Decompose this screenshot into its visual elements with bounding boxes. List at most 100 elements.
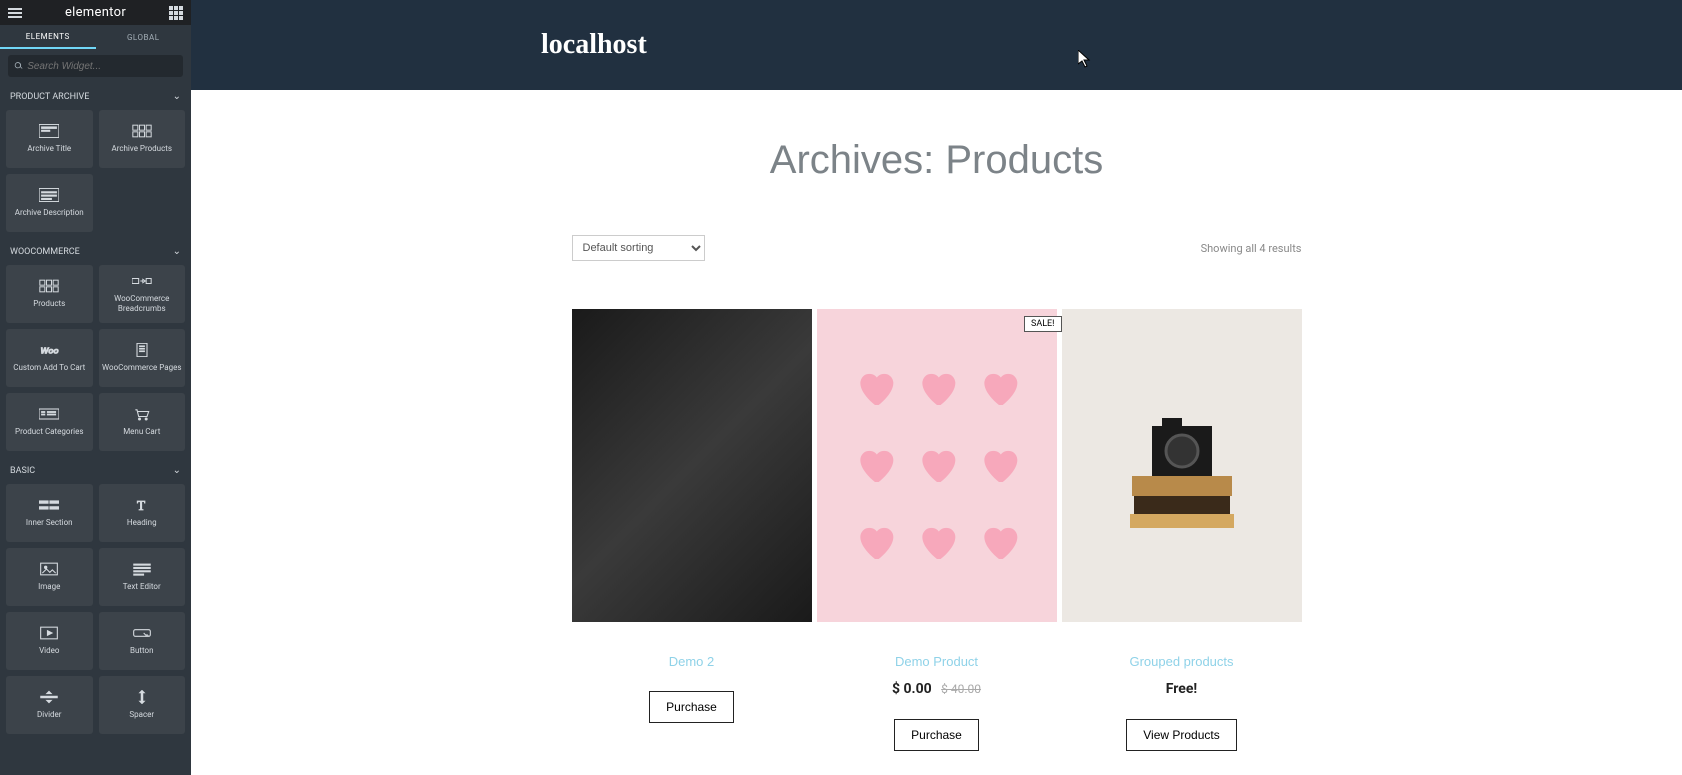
product-price: Free! [1166, 681, 1197, 697]
price-old: $ 40.00 [941, 682, 981, 696]
chevron-down-icon: ⌄ [173, 465, 181, 476]
heart-icon [915, 513, 959, 572]
product-card[interactable]: Grouped products Free! View Products [1062, 309, 1302, 751]
preview-area: localhost Archives: Products Default sor… [191, 0, 1682, 775]
heart-icon [853, 359, 897, 418]
sidebar-header: elementor [0, 0, 191, 25]
divider-icon [39, 690, 59, 704]
widget-label: Product Categories [13, 427, 85, 437]
widget-label: Products [31, 299, 67, 309]
heart-icon [853, 513, 897, 572]
category-product-archive[interactable]: PRODUCT ARCHIVE ⌄ [0, 83, 191, 110]
product-card[interactable]: Demo 2 Purchase [572, 309, 812, 751]
tab-elements[interactable]: ELEMENTS [0, 25, 96, 49]
widget-label: WooCommerce Breadcrumbs [99, 294, 186, 313]
widget-grid-product-archive: Archive Title Archive Products Archive D… [0, 110, 191, 238]
heart-icon [977, 436, 1021, 495]
product-price: $ 0.00 $ 40.00 [892, 681, 981, 697]
widget-button[interactable]: Button [99, 612, 186, 670]
widget-text-editor[interactable]: Text Editor [99, 548, 186, 606]
widget-archive-title[interactable]: Archive Title [6, 110, 93, 168]
archive-description-icon [39, 188, 59, 202]
result-count: Showing all 4 results [1201, 242, 1302, 255]
tab-global[interactable]: GLOBAL [96, 25, 192, 49]
search-wrap [0, 49, 191, 83]
purchase-button[interactable]: Purchase [894, 719, 979, 751]
widget-label: Button [128, 646, 156, 656]
search-icon [14, 61, 23, 71]
menu-icon[interactable] [8, 8, 22, 18]
product-image[interactable]: SALE! [817, 309, 1057, 622]
category-label: PRODUCT ARCHIVE [10, 92, 89, 102]
heart-icon [977, 513, 1021, 572]
heart-icon [853, 436, 897, 495]
widget-label: Spacer [127, 710, 156, 720]
widget-spacer[interactable]: Spacer [99, 676, 186, 734]
widget-label: Archive Title [25, 144, 73, 154]
widget-custom-add-to-cart[interactable]: Woo Custom Add To Cart [6, 329, 93, 387]
product-name[interactable]: Demo 2 [669, 654, 715, 669]
widget-archive-description[interactable]: Archive Description [6, 174, 93, 232]
category-label: WOOCOMMERCE [10, 247, 80, 257]
widget-wc-breadcrumbs[interactable]: WooCommerce Breadcrumbs [99, 265, 186, 323]
image-icon [39, 562, 59, 576]
widget-image[interactable]: Image [6, 548, 93, 606]
widget-label: WooCommerce Pages [100, 363, 183, 373]
product-image[interactable] [1062, 309, 1302, 622]
heading-icon: T [132, 498, 152, 512]
widget-label: Archive Description [13, 208, 86, 218]
widget-label: Image [36, 582, 62, 592]
add-to-cart-icon: Woo [39, 343, 59, 357]
brand-logo: elementor [65, 5, 126, 20]
widget-label: Custom Add To Cart [11, 363, 87, 373]
button-icon [132, 626, 152, 640]
widget-label: Inner Section [24, 518, 75, 528]
svg-text:Woo: Woo [41, 346, 59, 356]
widget-divider[interactable]: Divider [6, 676, 93, 734]
view-products-button[interactable]: View Products [1126, 719, 1236, 751]
product-name[interactable]: Demo Product [895, 654, 978, 669]
widget-menu-cart[interactable]: Menu Cart [99, 393, 186, 451]
product-card[interactable]: SALE! Demo Product $ 0.00 $ 40.00 Purcha… [817, 309, 1057, 751]
category-label: BASIC [10, 466, 35, 476]
widget-label: Video [37, 646, 61, 656]
product-image[interactable] [572, 309, 812, 622]
pages-icon [132, 343, 152, 357]
widget-label: Heading [125, 518, 159, 528]
purchase-button[interactable]: Purchase [649, 691, 734, 723]
widget-video[interactable]: Video [6, 612, 93, 670]
sale-badge: SALE! [1024, 316, 1062, 332]
breadcrumbs-icon [132, 274, 152, 288]
widget-label: Text Editor [121, 582, 163, 592]
category-basic[interactable]: BASIC ⌄ [0, 457, 191, 484]
widget-wc-pages[interactable]: WooCommerce Pages [99, 329, 186, 387]
widget-label: Divider [35, 710, 63, 720]
apps-icon[interactable] [169, 6, 183, 20]
widget-label: Menu Cart [121, 427, 162, 437]
archive-products-icon [132, 124, 152, 138]
widget-products[interactable]: Products [6, 265, 93, 323]
product-name[interactable]: Grouped products [1129, 654, 1233, 669]
camera-books-illustration [1122, 396, 1242, 536]
widget-heading[interactable]: T Heading [99, 484, 186, 542]
category-woocommerce[interactable]: WOOCOMMERCE ⌄ [0, 238, 191, 265]
price-current: $ 0.00 [892, 681, 932, 697]
widget-archive-products[interactable]: Archive Products [99, 110, 186, 168]
site-title[interactable]: localhost [541, 29, 647, 61]
widget-inner-section[interactable]: Inner Section [6, 484, 93, 542]
widget-product-categories[interactable]: Product Categories [6, 393, 93, 451]
sort-select[interactable]: Default sorting [572, 235, 705, 261]
site-header: localhost [191, 0, 1682, 90]
heart-icon [915, 436, 959, 495]
panel-tabs: ELEMENTS GLOBAL [0, 25, 191, 49]
product-grid: Demo 2 Purchase SALE! Demo Product $ 0.0… [572, 309, 1302, 751]
archive-title-icon [39, 124, 59, 138]
video-icon [39, 626, 59, 640]
chevron-down-icon: ⌄ [173, 246, 181, 257]
widget-grid-basic: Inner Section T Heading Image Text Edito… [0, 484, 191, 740]
widget-grid-woocommerce: Products WooCommerce Breadcrumbs Woo Cus… [0, 265, 191, 457]
products-icon [39, 279, 59, 293]
elementor-sidebar: elementor ELEMENTS GLOBAL PRODUCT ARCHIV… [0, 0, 191, 775]
search-input[interactable] [27, 61, 177, 72]
spacer-icon [132, 690, 152, 704]
